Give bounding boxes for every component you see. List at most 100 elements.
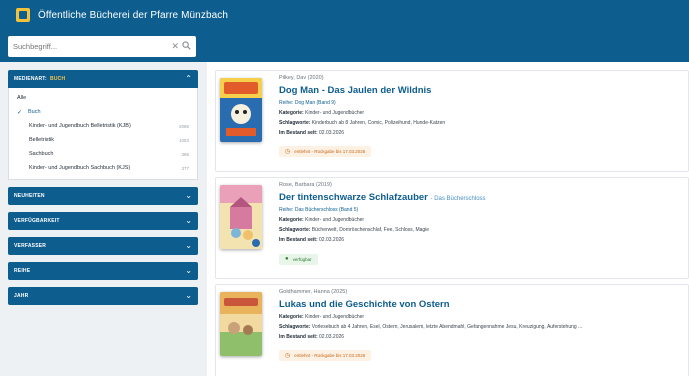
status-text: entlehnt - Rückgabe bis 17.03.2026 (294, 149, 366, 154)
keywords-value: Kinderbuch ab 8 Jahren, Comic, Polizeihu… (311, 120, 446, 126)
keywords-row: Schlagworte: Bücherwelt, Dornröschenschl… (279, 227, 680, 233)
book-title-series: - Das Bücherschloss (430, 196, 486, 202)
since-label: Im Bestand seit: (279, 334, 318, 340)
since-value: 02.03.2026 (319, 130, 345, 136)
keywords-row: Schlagworte: Vorlesebuch ab 4 Jahren, Es… (279, 324, 680, 330)
series-label: Reihe: (279, 100, 294, 106)
since-label: Im Bestand seit: (279, 130, 318, 136)
category-value: Kinder- und Jugendbücher (305, 110, 365, 116)
facet-label: NEUHEITEN (14, 193, 45, 199)
book-title-text: Dog Man - Das Jaulen der Wildnis (279, 85, 432, 96)
chevron-up-icon: ⌃ (185, 74, 192, 83)
keywords-value: Vorlesebuch ab 4 Jahren, Esel, Ostern, J… (311, 324, 583, 330)
since-value: 02.03.2026 (319, 334, 345, 340)
option-buch[interactable]: ✓ Buch (9, 105, 197, 119)
top-bar: Öffentliche Bücherei der Pfarre Münzbach (0, 0, 689, 30)
clock-icon: ◷ (285, 353, 291, 359)
result-card[interactable]: Pilkey, Dav (2020) Dog Man - Das Jaulen … (215, 70, 689, 172)
option-belletristik[interactable]: Belletristik 1053 (9, 133, 197, 147)
facet-label: VERFÜGBARKEIT (14, 218, 60, 224)
available-dot-icon: ● (285, 256, 289, 262)
status-badge: ◷ entlehnt - Rückgabe bis 17.03.2026 (279, 350, 372, 361)
facet-neuheiten[interactable]: NEUHEITEN ⌄ (8, 187, 198, 205)
library-logo-icon (16, 8, 30, 22)
category-label: Kategorie: (279, 110, 304, 116)
facet-jahr[interactable]: JAHR ⌄ (8, 287, 198, 305)
facet-verfuegbarkeit[interactable]: VERFÜGBARKEIT ⌄ (8, 212, 198, 230)
since-value: 02.03.2026 (319, 237, 345, 243)
option-count: 386 (181, 151, 189, 157)
app-title: Öffentliche Bücherei der Pfarre Münzbach (38, 9, 229, 21)
facet-verfasser[interactable]: VERFASSER ⌄ (8, 237, 198, 255)
series-value[interactable]: Dog Man (Band 9) (295, 100, 336, 106)
series-label: Reihe: (279, 207, 294, 213)
author-year: Goldhammer, Hanna (2025) (279, 289, 348, 295)
facet-label: MEDIENART: (14, 76, 47, 82)
since-row: Im Bestand seit: 02.03.2026 (279, 237, 680, 243)
close-icon[interactable]: ✕ (171, 41, 179, 52)
book-title[interactable]: Der tintenschwarze Schlafzauber - Das Bü… (279, 192, 680, 203)
option-label: Buch (28, 109, 41, 115)
series-row: Reihe: Das Bücherschloss (Band 5) (279, 207, 680, 213)
option-kjb[interactable]: Kinder- und Jugendbuch Belletristik (KJB… (9, 119, 197, 133)
option-kjs[interactable]: Kinder- und Jugendbuch Sachbuch (KJS) 37… (9, 161, 197, 175)
option-label: Belletristik (29, 137, 55, 143)
since-row: Im Bestand seit: 02.03.2026 (279, 334, 680, 340)
results-list: Pilkey, Dav (2020) Dog Man - Das Jaulen … (207, 62, 689, 376)
status-text: entlehnt - Rückgabe bis 17.03.2026 (294, 353, 366, 358)
facet-medienart[interactable]: MEDIENART: BUCH ⌃ (8, 70, 198, 88)
series-value[interactable]: Das Bücherschloss (Band 5) (295, 207, 358, 213)
facet-label: VERFASSER (14, 243, 47, 249)
since-label: Im Bestand seit: (279, 237, 318, 243)
chevron-down-icon: ⌄ (185, 291, 192, 300)
since-row: Im Bestand seit: 02.03.2026 (279, 130, 680, 136)
facet-medienart-options: Alle ✓ Buch Kinder- und Jugendbuch Belle… (8, 88, 198, 180)
option-count: 377 (181, 165, 189, 171)
chevron-down-icon: ⌄ (185, 216, 192, 225)
facet-reihe[interactable]: REIHE ⌄ (8, 262, 198, 280)
chevron-down-icon: ⌄ (185, 266, 192, 275)
book-cover-image[interactable] (220, 78, 262, 142)
category-value: Kinder- und Jugendbücher (305, 314, 365, 320)
facet-selected-value: BUCH (50, 76, 66, 82)
option-label: Sachbuch (29, 151, 54, 157)
search-input[interactable] (13, 42, 169, 51)
filter-sidebar: MEDIENART: BUCH ⌃ Alle ✓ Buch Kinder- un… (8, 70, 198, 312)
chevron-down-icon: ⌄ (185, 191, 192, 200)
option-alle[interactable]: Alle (9, 91, 197, 105)
category-label: Kategorie: (279, 217, 304, 223)
option-count: 1053 (178, 137, 189, 143)
book-title[interactable]: Lukas und die Geschichte von Ostern (279, 299, 680, 310)
option-count: 2086 (178, 123, 189, 129)
result-card[interactable]: Rose, Barbara (2019) Der tintenschwarze … (215, 177, 689, 279)
option-label: Kinder- und Jugendbuch Sachbuch (KJS) (29, 165, 131, 171)
book-title[interactable]: Dog Man - Das Jaulen der Wildnis (279, 85, 680, 96)
book-title-text: Lukas und die Geschichte von Ostern (279, 299, 450, 310)
clock-icon: ◷ (285, 149, 291, 155)
category-row: Kategorie: Kinder- und Jugendbücher (279, 110, 680, 116)
search-icon[interactable] (182, 41, 191, 52)
category-label: Kategorie: (279, 314, 304, 320)
keywords-label: Schlagworte: (279, 227, 311, 233)
book-title-text: Der tintenschwarze Schlafzauber (279, 192, 428, 203)
book-cover-image[interactable] (220, 185, 262, 249)
author-year: Rose, Barbara (2019) (279, 182, 332, 188)
author-year: Pilkey, Dav (2020) (279, 75, 324, 81)
category-row: Kategorie: Kinder- und Jugendbücher (279, 314, 680, 320)
keywords-value: Bücherwelt, Dornröschenschlaf, Fee, Schl… (311, 227, 430, 233)
category-row: Kategorie: Kinder- und Jugendbücher (279, 217, 680, 223)
keywords-label: Schlagworte: (279, 324, 311, 330)
status-text: verfügbar (292, 256, 312, 262)
search-box: ✕ (8, 36, 196, 57)
option-label: Alle (17, 95, 27, 101)
chevron-down-icon: ⌄ (185, 241, 192, 250)
keywords-label: Schlagworte: (279, 120, 311, 126)
book-cover-image[interactable] (220, 292, 262, 356)
result-card[interactable]: Goldhammer, Hanna (2025) Lukas und die G… (215, 284, 689, 376)
result-meta: Pilkey, Dav (2020) Dog Man - Das Jaulen … (279, 75, 680, 158)
result-meta: Goldhammer, Hanna (2025) Lukas und die G… (279, 289, 680, 362)
result-meta: Rose, Barbara (2019) Der tintenschwarze … (279, 182, 680, 265)
option-sachbuch[interactable]: Sachbuch 386 (9, 147, 197, 161)
status-badge: ● verfügbar (279, 253, 318, 265)
facet-label: JAHR (14, 293, 29, 299)
